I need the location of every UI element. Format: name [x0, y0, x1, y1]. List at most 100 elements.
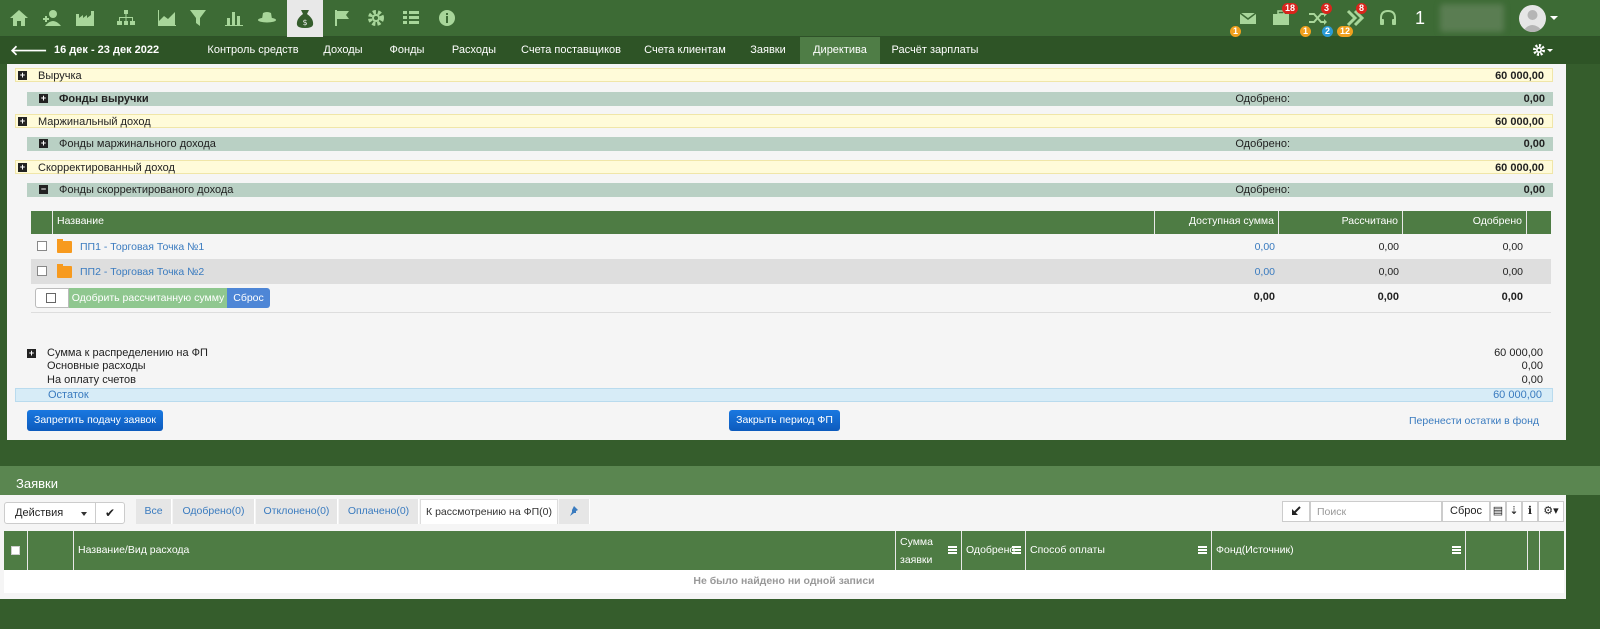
- row-label: Фонды скорректированого дохода: [59, 184, 234, 196]
- tab-payroll[interactable]: Расчёт зарплаты: [886, 37, 984, 64]
- shuffle-badge-bottom: 2: [1322, 26, 1334, 37]
- bar-chart-icon[interactable]: [219, 3, 249, 33]
- row-checkbox[interactable]: [37, 266, 47, 276]
- invoices-row: На оплату счетов 0,00: [15, 374, 1553, 387]
- bottom-strip: [0, 599, 1600, 629]
- tab-control[interactable]: Контроль средств: [199, 37, 307, 64]
- directive-panel: + Выручка 60 000,00 + Фонды выручки Одоб…: [7, 64, 1566, 440]
- row-label: Выручка: [38, 70, 82, 82]
- expand-icon[interactable]: +: [18, 163, 27, 172]
- search-reset-button[interactable]: Сброс: [1442, 501, 1490, 522]
- svg-text:$: $: [302, 18, 307, 27]
- tab-pending-review[interactable]: К рассмотрению на ФП(0): [420, 499, 558, 524]
- tab-income[interactable]: Доходы: [314, 37, 372, 64]
- collapse-arrow-button[interactable]: [1282, 501, 1310, 522]
- tab-supplier-invoices[interactable]: Счета поставщиков: [512, 37, 630, 64]
- actions-dropdown[interactable]: Действия: [4, 502, 96, 524]
- col-select-all[interactable]: [4, 531, 28, 570]
- headset-icon[interactable]: [1373, 3, 1403, 33]
- col-extra: [1527, 211, 1551, 234]
- row-value: 0,00: [1523, 93, 1545, 105]
- distribution-sum-row[interactable]: + Сумма к распределению на ФП 60 000,00: [15, 347, 1553, 360]
- expand-icon[interactable]: +: [18, 71, 27, 80]
- chevron-down-icon[interactable]: [1550, 16, 1558, 20]
- tab-approved[interactable]: Одобрено(0): [173, 499, 255, 524]
- col-extra-2: [1528, 531, 1540, 570]
- sitemap-icon[interactable]: [111, 3, 141, 33]
- col-available: Доступная сумма: [1155, 211, 1279, 234]
- tab-directive[interactable]: Директива: [800, 37, 880, 64]
- forbid-requests-button[interactable]: Запретить подачу заявок: [27, 410, 163, 431]
- row-checkbox[interactable]: [37, 241, 47, 251]
- download-icon[interactable]: ⇣: [1506, 501, 1522, 522]
- settings-gear-icon[interactable]: [1532, 43, 1554, 60]
- col-fund[interactable]: Фонд(Источник): [1212, 531, 1466, 570]
- list-icon[interactable]: [396, 3, 426, 33]
- pin-tab[interactable]: [559, 499, 590, 524]
- margin-funds-row[interactable]: + Фонды маржинального дохода Одобрено: 0…: [27, 137, 1553, 151]
- fund-name-link[interactable]: ПП2 - Торговая Точка №2: [80, 266, 204, 278]
- col-amount[interactable]: Сумма заявки: [896, 531, 962, 570]
- date-range[interactable]: 16 дек - 23 дек 2022: [54, 44, 159, 56]
- transfer-rest-link[interactable]: Перенести остатки в фонд: [1409, 415, 1539, 427]
- adjusted-funds-row[interactable]: − Фонды скорректированого дохода Одобрен…: [27, 183, 1553, 197]
- sort-icon[interactable]: [1012, 546, 1021, 554]
- margin-income-row[interactable]: + Маржинальный доход 60 000,00: [15, 114, 1553, 128]
- revenue-funds-row[interactable]: + Фонды выручки Одобрено: 0,00: [27, 92, 1553, 106]
- search-input[interactable]: Поиск: [1310, 501, 1442, 522]
- hat-icon[interactable]: [252, 3, 282, 33]
- avatar[interactable]: [1519, 5, 1546, 32]
- sort-icon[interactable]: [1198, 546, 1207, 554]
- tab-all[interactable]: Все: [136, 499, 172, 524]
- rest-label: Остаток: [48, 389, 89, 401]
- distribution-value: 60 000,00: [1494, 347, 1543, 359]
- adjusted-income-row[interactable]: + Скорректированный доход 60 000,00: [15, 160, 1553, 174]
- tab-client-invoices[interactable]: Счета клиентам: [638, 37, 732, 64]
- tab-requests[interactable]: Заявки: [742, 37, 794, 64]
- gear-icon[interactable]: [361, 3, 391, 33]
- area-chart-icon[interactable]: [152, 3, 182, 33]
- tab-rejected[interactable]: Отклонено(0): [256, 499, 338, 524]
- money-bag-icon[interactable]: $: [287, 0, 323, 37]
- col-extra-1: [1466, 531, 1528, 570]
- back-arrow-icon[interactable]: 🡐: [10, 42, 48, 59]
- invoices-value: 0,00: [1521, 374, 1543, 386]
- chevron-badge: 8: [1356, 3, 1368, 14]
- expand-icon[interactable]: +: [39, 139, 48, 148]
- flag-icon[interactable]: [327, 3, 357, 33]
- apply-check-button[interactable]: ✔: [95, 502, 125, 524]
- tab-funds[interactable]: Фонды: [380, 37, 434, 64]
- revenue-row[interactable]: + Выручка 60 000,00: [15, 68, 1553, 82]
- expand-icon[interactable]: +: [39, 94, 48, 103]
- col-name[interactable]: Название/Вид расхода: [74, 531, 896, 570]
- collapse-icon[interactable]: −: [39, 185, 48, 194]
- export-icon[interactable]: ▤: [1490, 501, 1506, 522]
- table-row[interactable]: ПП2 - Торговая Точка №2 0,00 0,00 0,00: [31, 259, 1551, 284]
- close-period-button[interactable]: Закрыть период ФП: [729, 410, 840, 431]
- table-row[interactable]: ПП1 - Торговая Точка №1 0,00 0,00 0,00: [31, 234, 1551, 259]
- info-icon[interactable]: [432, 3, 462, 33]
- tab-expenses[interactable]: Расходы: [444, 37, 504, 64]
- expand-icon[interactable]: +: [27, 349, 36, 358]
- select-all-checkbox[interactable]: [35, 288, 69, 308]
- available-link[interactable]: 0,00: [1255, 241, 1275, 253]
- arrow-down-left-icon: [1292, 506, 1301, 515]
- reset-button[interactable]: Сброс: [227, 288, 270, 308]
- approve-calculated-button[interactable]: Одобрить рассчитанную сумму: [69, 288, 227, 308]
- mail-badge: 1: [1230, 26, 1242, 37]
- home-icon[interactable]: [4, 3, 34, 33]
- sort-icon[interactable]: [948, 546, 957, 554]
- fund-name-link[interactable]: ПП1 - Торговая Точка №1: [80, 241, 204, 253]
- expand-icon[interactable]: +: [18, 117, 27, 126]
- table-settings-icon[interactable]: ⚙▾: [1538, 501, 1564, 522]
- col-approved[interactable]: Одобрено: [962, 531, 1026, 570]
- filter-icon[interactable]: [183, 3, 213, 33]
- available-link[interactable]: 0,00: [1255, 266, 1275, 278]
- tab-paid[interactable]: Оплачено(0): [339, 499, 419, 524]
- col-payment[interactable]: Способ оплаты: [1026, 531, 1212, 570]
- sort-icon[interactable]: [1452, 546, 1461, 554]
- funds-table-header: Название Доступная сумма Рассчитано Одоб…: [31, 211, 1551, 234]
- info-icon[interactable]: ℹ: [1522, 501, 1538, 522]
- user-add-icon[interactable]: [37, 3, 67, 33]
- factory-icon[interactable]: [70, 3, 100, 33]
